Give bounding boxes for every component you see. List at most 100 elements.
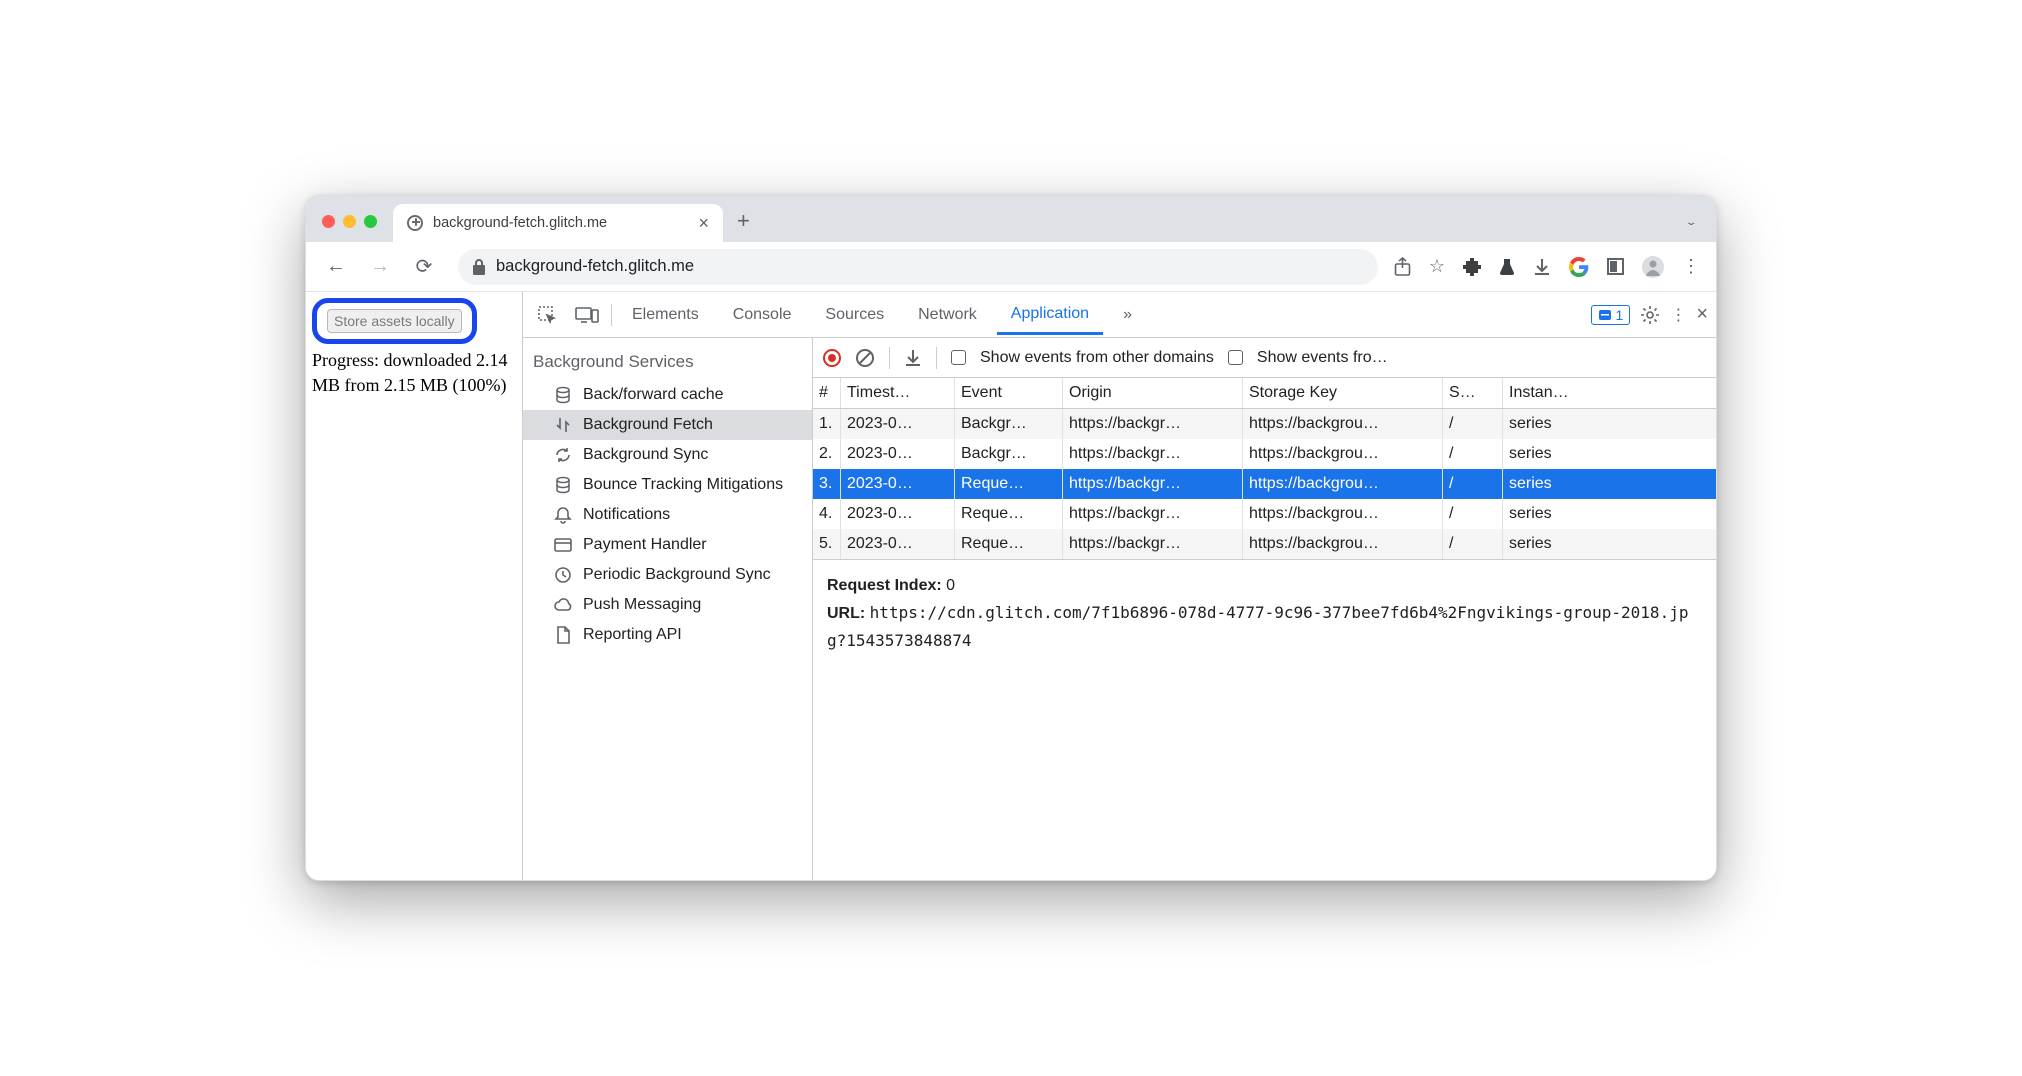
table-row[interactable]: 4.2023-0…Reque…https://backgr…https://ba…: [813, 499, 1716, 529]
table-cell: https://backgrou…: [1243, 499, 1443, 529]
tab-console[interactable]: Console: [719, 296, 806, 334]
download-icon[interactable]: [904, 349, 922, 367]
col-scope[interactable]: S…: [1443, 378, 1503, 408]
tab-elements[interactable]: Elements: [618, 296, 713, 334]
issues-badge[interactable]: 1: [1591, 305, 1631, 325]
sidebar-item-periodic-sync[interactable]: Periodic Background Sync: [523, 560, 812, 590]
table-cell: https://backgrou…: [1243, 469, 1443, 499]
checkbox-show-events[interactable]: [1228, 350, 1243, 365]
sidebar-item-payment-handler[interactable]: Payment Handler: [523, 530, 812, 560]
close-window-button[interactable]: [322, 215, 335, 228]
sidebar-item-notifications[interactable]: Notifications: [523, 500, 812, 530]
col-instance[interactable]: Instan…: [1503, 378, 1623, 408]
content-area: Store assets locally Progress: downloade…: [306, 292, 1716, 880]
devtools-body: Background Services Back/forward cache B…: [523, 338, 1716, 880]
lock-icon: [472, 259, 486, 275]
url-label: URL:: [827, 605, 865, 622]
sidebar-item-back-forward-cache[interactable]: Back/forward cache: [523, 380, 812, 410]
col-event[interactable]: Event: [955, 378, 1063, 408]
share-icon[interactable]: [1394, 257, 1411, 276]
table-cell: 2023-0…: [841, 499, 955, 529]
back-button[interactable]: ←: [318, 249, 354, 285]
sidebar-item-push-messaging[interactable]: Push Messaging: [523, 590, 812, 620]
table-cell: Backgr…: [955, 409, 1063, 439]
table-cell: series: [1503, 409, 1623, 439]
sidebar-item-background-fetch[interactable]: Background Fetch: [523, 410, 812, 440]
table-cell: Reque…: [955, 499, 1063, 529]
sidebar-item-label: Background Fetch: [583, 416, 713, 434]
table-cell: 2023-0…: [841, 439, 955, 469]
forward-button[interactable]: →: [362, 249, 398, 285]
table-cell: https://backgrou…: [1243, 439, 1443, 469]
address-bar[interactable]: background-fetch.glitch.me: [458, 249, 1378, 285]
table-row[interactable]: 5.2023-0…Reque…https://backgr…https://ba…: [813, 529, 1716, 559]
close-tab-button[interactable]: ×: [698, 213, 709, 234]
record-button[interactable]: [823, 349, 841, 367]
application-sidebar: Background Services Back/forward cache B…: [523, 338, 813, 880]
events-table: # Timest… Event Origin Storage Key S… In…: [813, 378, 1716, 559]
sidebar-item-label: Notifications: [583, 506, 670, 524]
table-cell: series: [1503, 529, 1623, 559]
col-origin[interactable]: Origin: [1063, 378, 1243, 408]
fetch-icon: [553, 416, 573, 434]
profile-icon[interactable]: [1642, 256, 1664, 278]
table-row[interactable]: 3.2023-0…Reque…https://backgr…https://ba…: [813, 469, 1716, 499]
tabs-overflow-button[interactable]: ⌄: [1667, 212, 1716, 242]
browser-tab[interactable]: background-fetch.glitch.me ×: [393, 204, 723, 242]
tab-sources[interactable]: Sources: [811, 296, 898, 334]
sidebar-item-label: Back/forward cache: [583, 386, 724, 404]
device-toggle-icon[interactable]: [569, 300, 605, 330]
bookmark-icon[interactable]: ☆: [1429, 256, 1445, 277]
toolbar-actions: ☆ ⋮: [1394, 256, 1704, 278]
tab-application[interactable]: Application: [997, 295, 1103, 335]
sidebar-item-reporting-api[interactable]: Reporting API: [523, 620, 812, 650]
store-assets-highlight: Store assets locally: [312, 298, 477, 344]
minimize-window-button[interactable]: [343, 215, 356, 228]
card-icon: [553, 536, 573, 554]
table-row[interactable]: 2.2023-0…Backgr…https://backgr…https://b…: [813, 439, 1716, 469]
table-cell: https://backgr…: [1063, 469, 1243, 499]
sidebar-heading: Background Services: [523, 338, 812, 380]
table-cell: 2.: [813, 439, 841, 469]
col-storage-key[interactable]: Storage Key: [1243, 378, 1443, 408]
sidebar-item-label: Reporting API: [583, 626, 682, 644]
table-cell: /: [1443, 529, 1503, 559]
table-cell: series: [1503, 499, 1623, 529]
extensions-icon[interactable]: [1463, 258, 1481, 276]
col-timestamp[interactable]: Timest…: [841, 378, 955, 408]
maximize-window-button[interactable]: [364, 215, 377, 228]
reload-button[interactable]: ⟳: [406, 249, 442, 285]
downloads-icon[interactable]: [1533, 258, 1551, 276]
table-cell: https://backgr…: [1063, 439, 1243, 469]
sidebar-item-bounce-tracking[interactable]: Bounce Tracking Mitigations: [523, 470, 812, 500]
table-row[interactable]: 1.2023-0…Backgr…https://backgr…https://b…: [813, 409, 1716, 439]
table-cell: Reque…: [955, 469, 1063, 499]
table-cell: https://backgr…: [1063, 409, 1243, 439]
cloud-icon: [553, 597, 573, 613]
more-tabs-button[interactable]: »: [1109, 296, 1146, 334]
request-index-label: Request Index:: [827, 577, 942, 594]
table-cell: /: [1443, 499, 1503, 529]
clear-icon[interactable]: [855, 348, 875, 368]
labs-icon[interactable]: [1499, 258, 1515, 276]
google-icon[interactable]: [1569, 257, 1589, 277]
menu-icon[interactable]: ⋮: [1682, 256, 1700, 277]
table-cell: https://backgrou…: [1243, 529, 1443, 559]
col-number[interactable]: #: [813, 378, 841, 408]
kebab-icon[interactable]: ⋮: [1670, 305, 1686, 325]
tab-network[interactable]: Network: [904, 296, 991, 334]
main-panel: Show events from other domains Show even…: [813, 338, 1716, 880]
new-tab-button[interactable]: +: [723, 208, 764, 242]
document-icon: [553, 626, 573, 644]
inspect-icon[interactable]: [531, 299, 563, 331]
checkbox-other-domains[interactable]: [951, 350, 966, 365]
sidebar-item-background-sync[interactable]: Background Sync: [523, 440, 812, 470]
close-devtools-button[interactable]: ×: [1696, 303, 1708, 326]
table-cell: 2023-0…: [841, 409, 955, 439]
table-cell: /: [1443, 409, 1503, 439]
settings-icon[interactable]: [1640, 305, 1660, 325]
reading-list-icon[interactable]: [1607, 258, 1624, 275]
store-assets-button[interactable]: Store assets locally: [327, 309, 462, 333]
request-index-value: 0: [946, 577, 955, 594]
table-cell: 1.: [813, 409, 841, 439]
